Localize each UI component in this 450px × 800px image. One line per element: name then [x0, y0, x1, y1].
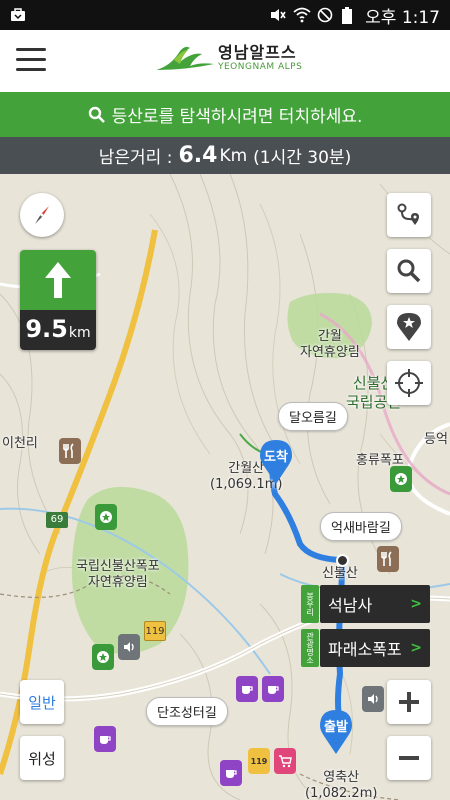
crosshair-icon	[395, 369, 423, 397]
no-signal-icon	[317, 7, 333, 23]
label-ganwol-forest: 간월 자연휴양림	[300, 329, 360, 361]
speaker-poi-icon[interactable]	[362, 686, 384, 712]
search-map-button[interactable]	[387, 249, 431, 293]
trail-bubble-dalorum[interactable]: 달오름길	[278, 402, 348, 431]
end-point-pin[interactable]: 도착	[260, 440, 292, 484]
wifi-icon	[293, 7, 311, 23]
distance-label: 남은거리 :	[98, 148, 173, 168]
start-point-pin[interactable]: 출발	[320, 710, 352, 754]
trail-bubble-danjo[interactable]: 단조성터길	[146, 697, 228, 726]
cafe-poi-icon[interactable]	[236, 676, 258, 702]
label-icheonri: 이천리	[2, 436, 38, 451]
route-item-paraeso[interactable]: 파래소폭포 >	[320, 629, 430, 667]
start-pin-label: 출발	[324, 720, 348, 735]
logo-subtitle: YEONGNAM ALPS	[218, 61, 303, 72]
plus-icon	[399, 692, 419, 712]
route-button[interactable]	[387, 193, 431, 237]
cafe-poi-icon[interactable]	[94, 726, 116, 752]
attraction-poi-icon[interactable]	[92, 644, 114, 670]
chevron-right-icon: >	[410, 640, 422, 656]
mute-icon	[269, 7, 286, 23]
compass-icon	[35, 206, 49, 224]
end-pin-label: 도착	[264, 450, 288, 465]
road-sign-119: 119	[144, 621, 166, 641]
restaurant-poi-icon[interactable]	[377, 546, 399, 572]
route-tag-peak: 봉우리	[301, 585, 319, 623]
zoom-out-button[interactable]	[387, 736, 431, 780]
route-tag-attraction: 관광명소	[301, 629, 319, 667]
road-sign-69: 69	[46, 512, 68, 528]
distance-value: 6.4	[178, 143, 218, 168]
attraction-poi-icon[interactable]	[390, 466, 412, 492]
attraction-poi-icon[interactable]	[95, 504, 117, 530]
label-sinbulsan: 신불산	[322, 566, 358, 581]
remaining-distance-bar: 남은거리 : 6.4 Km (1시간 30분)	[0, 137, 450, 174]
logo-title: 영남알프스	[218, 42, 297, 62]
route-item-seoknamsa[interactable]: 석남사 >	[320, 585, 430, 623]
search-prompt: 등산로를 탐색하시려면 터치하세요.	[111, 107, 363, 127]
shop-poi-icon[interactable]	[274, 748, 296, 774]
route-item-label: 석남사	[328, 596, 373, 615]
compass-button[interactable]	[20, 193, 64, 237]
turn-guidance-panel: 9.5 km	[20, 250, 96, 350]
bookmark-button[interactable]	[387, 305, 431, 349]
restaurant-poi-icon[interactable]	[59, 438, 81, 464]
map-mode-normal-button[interactable]: 일반	[20, 680, 64, 724]
cafe-poi-icon[interactable]	[262, 676, 284, 702]
cafe-poi-icon[interactable]	[220, 760, 242, 786]
battery-icon	[341, 7, 357, 24]
menu-button[interactable]	[16, 48, 46, 74]
briefcase-icon	[10, 7, 26, 23]
my-location-button[interactable]	[387, 361, 431, 405]
trail-bubble-eoksae[interactable]: 억새바람길	[320, 512, 402, 541]
distance-time: (1시간 30분)	[253, 148, 352, 168]
emergency-119-poi-icon[interactable]: 119	[248, 748, 270, 774]
trail-search-bar[interactable]: 등산로를 탐색하시려면 터치하세요.	[0, 92, 450, 137]
label-sinbulsan-forest: 국립신불산폭포 자연휴양림	[76, 559, 160, 591]
app-bar: 영남알프스 YEONGNAM ALPS	[0, 30, 450, 92]
status-time: 오후 1:17	[365, 7, 440, 28]
star-pin-icon	[397, 313, 421, 341]
route-item-label: 파래소폭포	[328, 640, 402, 659]
distance-unit: Km	[219, 145, 248, 166]
menu-icon	[16, 48, 46, 51]
speaker-poi-icon[interactable]	[118, 634, 140, 660]
route-icon	[397, 203, 419, 225]
straight-arrow-icon	[20, 250, 96, 310]
map-mode-satellite-button[interactable]: 위성	[20, 736, 64, 780]
next-turn-distance: 9.5	[25, 315, 68, 343]
zoom-in-button[interactable]	[387, 680, 431, 724]
label-yeongchuksan: 영축산 (1,082.2m)	[305, 770, 378, 800]
search-icon	[397, 259, 421, 283]
app-logo: 영남알프스 YEONGNAM ALPS	[156, 40, 302, 76]
minus-icon	[399, 756, 419, 760]
status-bar: 오후 1:17	[0, 0, 450, 30]
label-deung: 등억	[424, 432, 448, 447]
mountain-logo-icon	[156, 46, 214, 70]
search-icon	[88, 106, 105, 123]
chevron-right-icon: >	[410, 596, 422, 612]
current-position-marker	[336, 554, 349, 567]
next-turn-unit: km	[68, 325, 91, 341]
